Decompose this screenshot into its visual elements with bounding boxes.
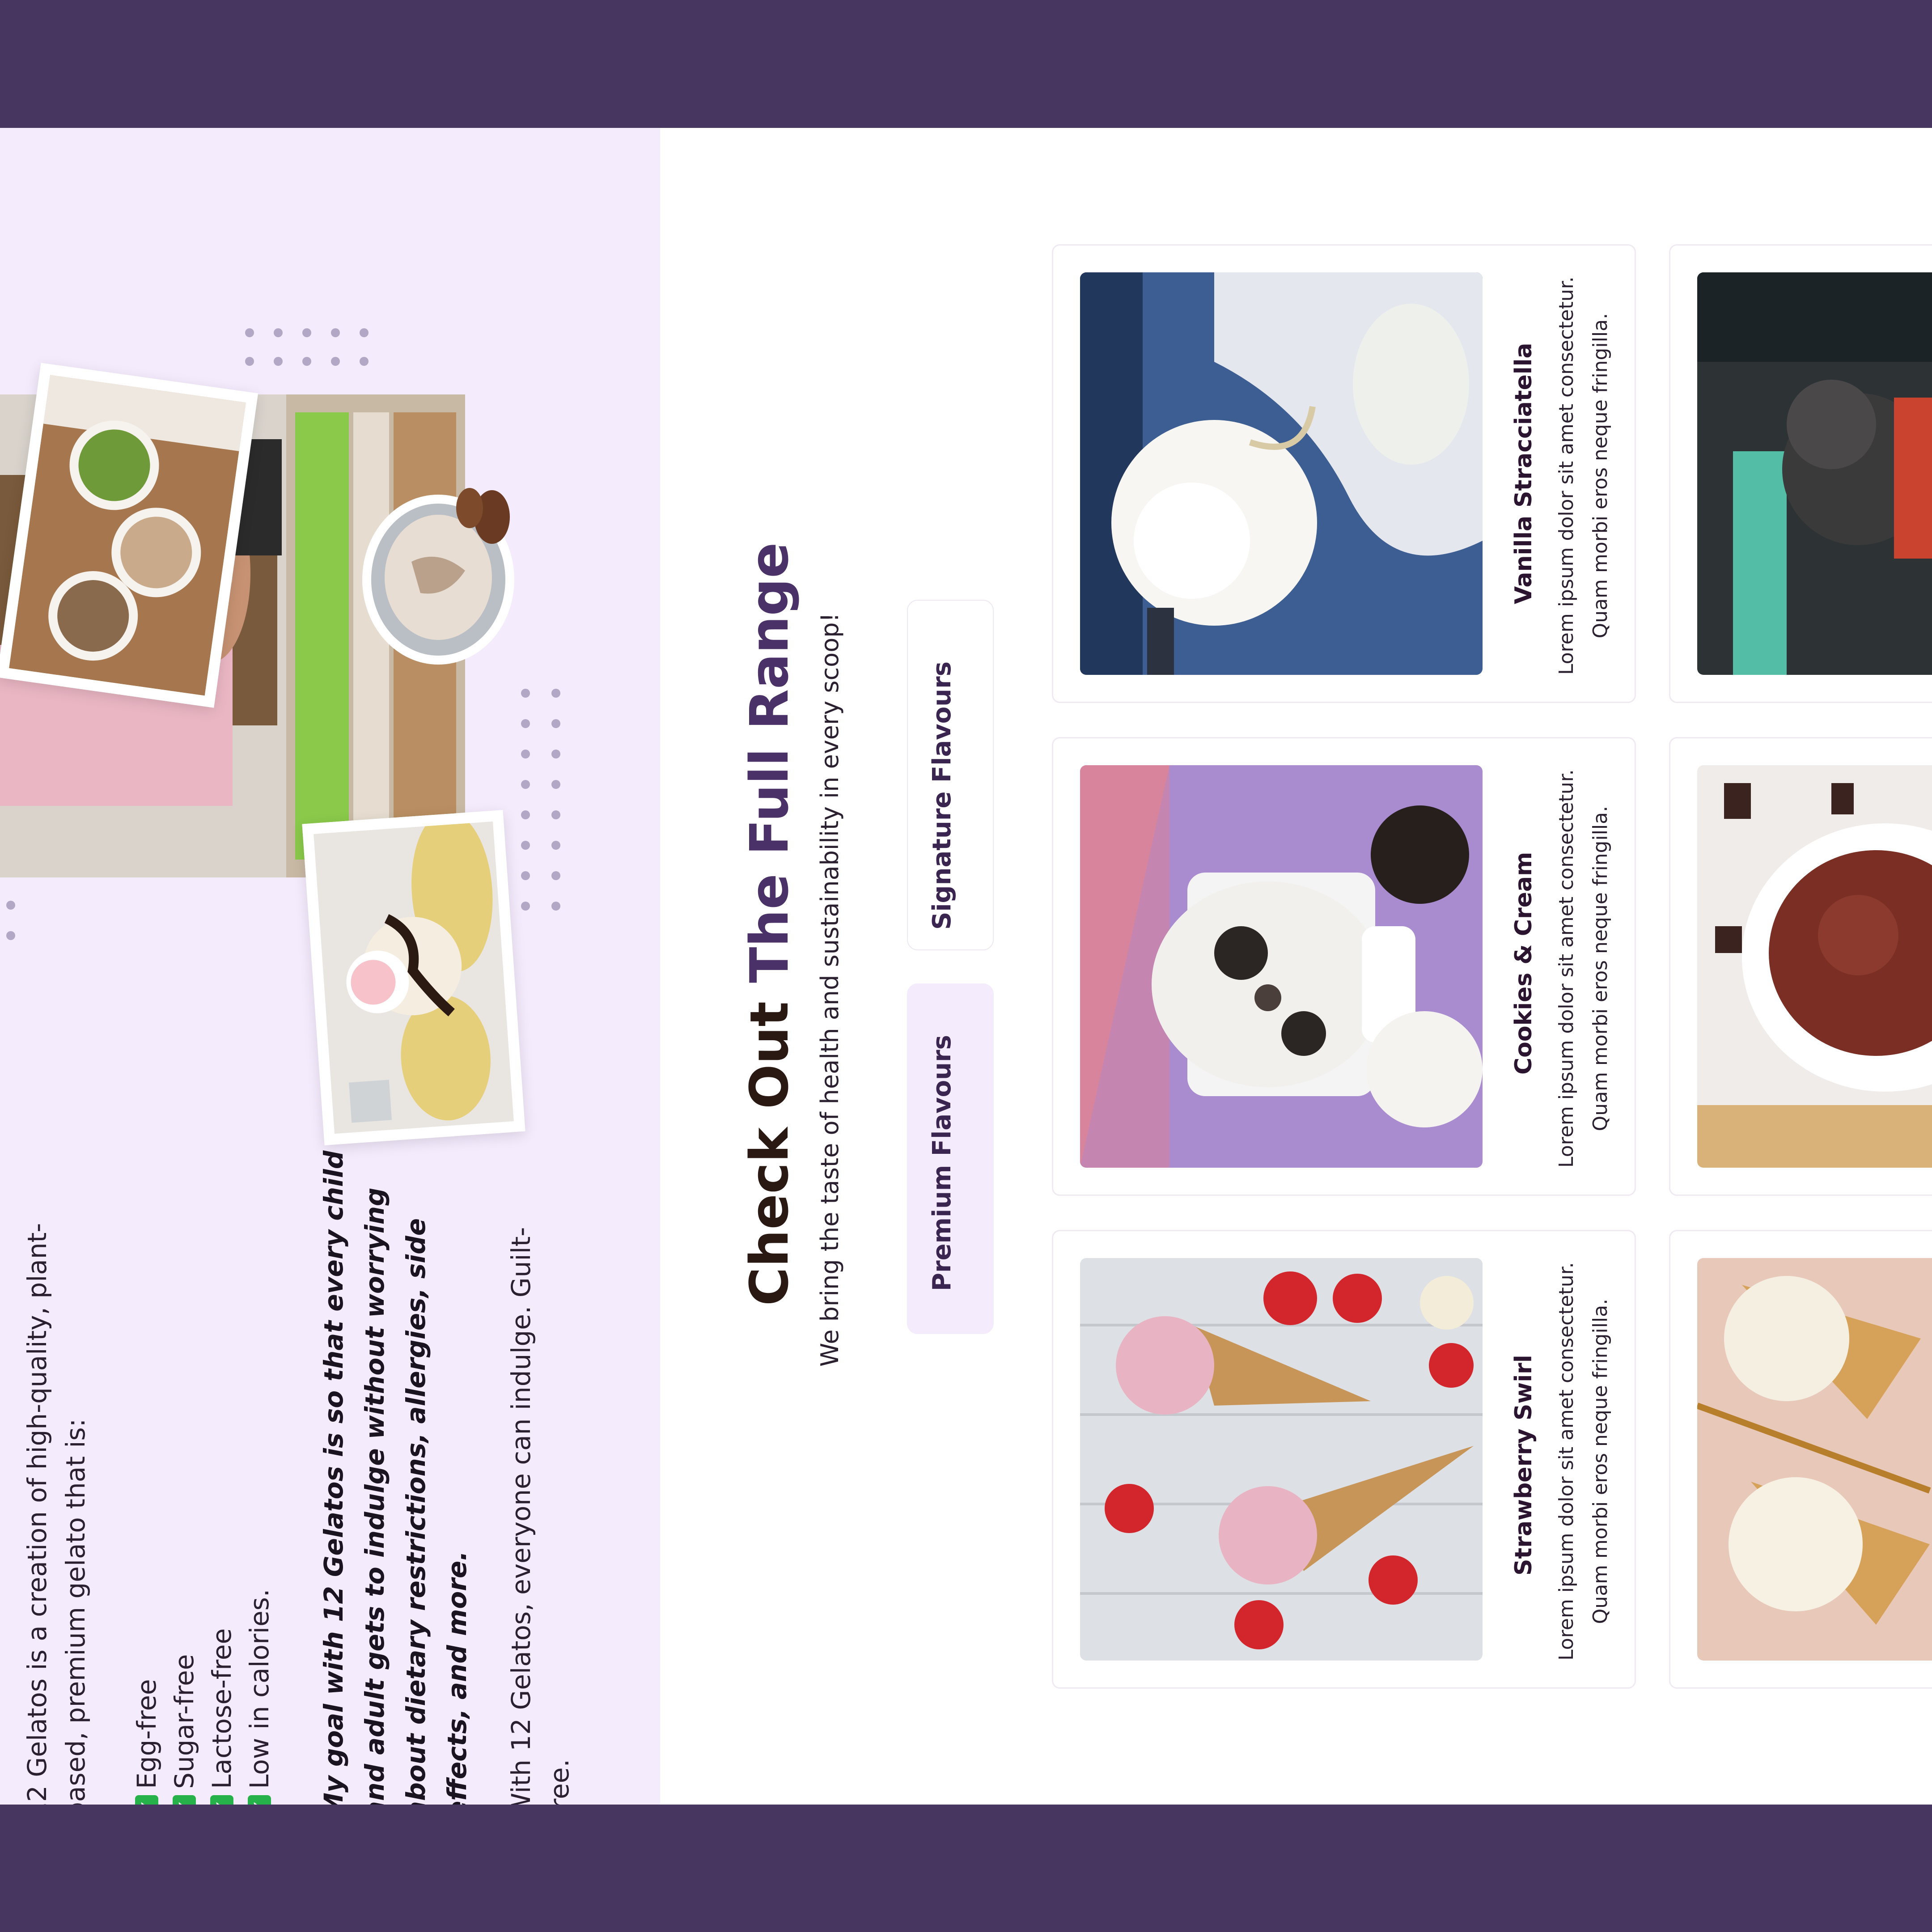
range-subheading: We bring the taste of health and sustain… <box>816 612 844 1367</box>
product-description-line-1: Lorem ipsum dolor sit amet consectetur. <box>1555 769 1578 1168</box>
bottom-banner-bar <box>0 1805 1932 1932</box>
flavour-range-panel: Check Out The Full Range We bring the ta… <box>660 128 1932 1805</box>
feature-label: Egg-free <box>131 1679 162 1789</box>
decorative-dot-grid-top <box>245 328 369 366</box>
about-intro-line-2: based, premium gelato that is: <box>60 1418 91 1805</box>
goal-line-2: and adult gets to indulge without worryi… <box>360 1187 390 1805</box>
check-icon: ✓ <box>210 1795 233 1805</box>
goal-line-3: about dietary restrictions, allergies, s… <box>401 1218 431 1805</box>
about-panel: 12 Gelatos is a creation of high-quality… <box>0 128 660 1805</box>
tab-signature-flavours-label: Signature Flavours <box>928 661 957 930</box>
gelato-bowls-photo <box>0 363 258 708</box>
feature-checklist: ✓ Egg-free ✓ Sugar-free ✓ Lactose-free ✓… <box>128 1589 278 1805</box>
feature-item-lactose-free: ✓ Lactose-free <box>203 1589 241 1805</box>
product-card-dark-chocolate[interactable] <box>1669 244 1932 703</box>
check-icon: ✓ <box>173 1795 196 1805</box>
feature-item-egg-free: ✓ Egg-free <box>128 1589 165 1805</box>
decorative-dot-grid-bottom <box>521 689 560 911</box>
tab-signature-flavours[interactable]: Signature Flavours <box>907 600 994 950</box>
tab-premium-flavours-label: Premium Flavours <box>928 1035 957 1291</box>
pecan-gelato-bowl-image <box>358 481 519 669</box>
product-description-line-1: Lorem ipsum dolor sit amet consectetur. <box>1555 1262 1578 1661</box>
product-name: Strawberry Swirl <box>1510 1355 1537 1576</box>
product-description: Lorem ipsum dolor sit amet consectetur. … <box>1550 276 1618 675</box>
feature-item-sugar-free: ✓ Sugar-free <box>165 1589 203 1805</box>
closing-line-2: free. <box>544 1759 575 1805</box>
decorative-dot-grid-left <box>6 901 15 940</box>
product-description-line-2: Quam morbi eros neque fringilla. <box>1589 1298 1612 1624</box>
check-icon: ✓ <box>248 1795 271 1805</box>
feature-item-low-calories: ✓ Low in calories. <box>241 1589 278 1805</box>
product-description: Lorem ipsum dolor sit amet consectetur. … <box>1550 1262 1618 1661</box>
feature-label: Sugar-free <box>169 1654 199 1789</box>
closing-line-1: With 12 Gelatos, everyone can indulge. G… <box>506 1227 536 1805</box>
about-intro-text: 12 Gelatos is a creation of high-quality… <box>18 1223 95 1805</box>
product-card-vanilla-cones[interactable] <box>1669 1230 1932 1689</box>
product-card-chocolate[interactable] <box>1669 737 1932 1196</box>
product-description-line-2: Quam morbi eros neque fringilla. <box>1589 313 1612 639</box>
product-name: Vanilla Stracciatella <box>1510 343 1537 604</box>
chocolate-scoop-photo <box>1697 765 1932 1168</box>
banana-split-photo <box>302 810 525 1145</box>
goal-quote: My goal with 12 Gelatos is so that every… <box>313 1151 478 1805</box>
cookies-cream-cup-photo <box>1080 765 1483 1168</box>
feature-label: Low in calories. <box>244 1589 275 1789</box>
range-heading: Check Out The Full Range <box>738 542 801 1306</box>
vanilla-scoop-photo <box>1080 272 1483 675</box>
top-banner-bar <box>0 0 1932 128</box>
range-heading-accent: The Full Range <box>738 542 800 983</box>
dark-chocolate-cup-photo <box>1697 272 1932 675</box>
product-description-line-2: Quam morbi eros neque fringilla. <box>1589 805 1612 1131</box>
product-card-strawberry-swirl[interactable]: Strawberry Swirl Lorem ipsum dolor sit a… <box>1052 1230 1636 1689</box>
product-name: Cookies & Cream <box>1510 852 1537 1075</box>
product-card-vanilla-stracciatella[interactable]: Vanilla Stracciatella Lorem ipsum dolor … <box>1052 244 1636 703</box>
strawberry-cones-photo <box>1080 1258 1483 1661</box>
product-description: Lorem ipsum dolor sit amet consectetur. … <box>1550 769 1618 1168</box>
tab-premium-flavours[interactable]: Premium Flavours <box>907 983 994 1334</box>
product-description-line-1: Lorem ipsum dolor sit amet consectetur. <box>1555 276 1578 675</box>
closing-text: With 12 Gelatos, everyone can indulge. G… <box>502 1227 579 1805</box>
goal-line-1: My goal with 12 Gelatos is so that every… <box>318 1150 349 1805</box>
product-card-cookies-cream[interactable]: Cookies & Cream Lorem ipsum dolor sit am… <box>1052 737 1636 1196</box>
about-intro-line-1: 12 Gelatos is a creation of high-quality… <box>22 1223 52 1805</box>
goal-line-4: effects, and more. <box>442 1551 472 1805</box>
feature-label: Lactose-free <box>207 1628 237 1789</box>
check-icon: ✓ <box>135 1795 158 1805</box>
vanilla-cones-photo <box>1697 1258 1932 1661</box>
range-heading-part-1: Check Out <box>738 983 800 1306</box>
